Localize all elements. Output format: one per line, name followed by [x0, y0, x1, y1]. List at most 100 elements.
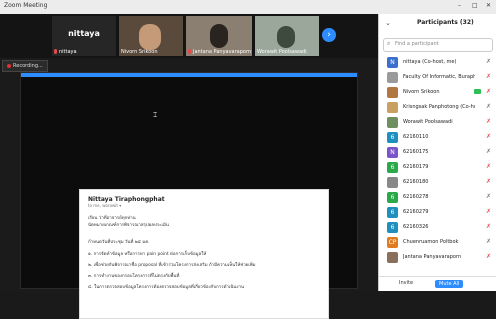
- tile-name: Worawit Poolsawadi: [257, 49, 307, 55]
- email-line: ๔. ในการตรวจสอบข้อมูลโครงการต้องตรวจสอบข…: [88, 285, 245, 290]
- avatar: [387, 87, 398, 98]
- participant-row[interactable]: Krisngsak Panphotong (Co-host) ✗: [379, 100, 496, 115]
- mute-all-button[interactable]: Mute All: [435, 280, 464, 288]
- email-line: กำหนดวันที่ประชุม วันที่ ๒๔ มค.: [88, 240, 150, 245]
- avatar: [387, 102, 398, 113]
- participant-name: 62160175: [403, 149, 429, 155]
- participant-name: Krisngsak Panphotong (Co-host): [403, 104, 475, 110]
- participant-row[interactable]: 6 62160279 ✗: [379, 205, 496, 220]
- participant-row[interactable]: Jantana Panyavaraporn ✗: [379, 250, 496, 265]
- mic-muted-icon: ✗: [485, 193, 491, 200]
- participants-header: ⌄ Participants (32): [379, 14, 496, 34]
- email-line: ๓. การทำงานของกรอบโครงการที่ไม่ตรงกับพื้…: [88, 274, 180, 279]
- email-message: Nittaya Tiraphongphat to me, worawit ▾ เ…: [79, 189, 329, 319]
- participant-name: nittaya (Co-host, me): [403, 59, 457, 65]
- mic-muted-icon: ✗: [485, 178, 491, 185]
- mic-muted-icon: ✗: [485, 88, 491, 95]
- mic-muted-icon: ✗: [485, 103, 491, 110]
- participants-panel: ⌄ Participants (32) ⌕ Find a participant…: [378, 14, 496, 291]
- mic-muted-icon: ✗: [485, 133, 491, 140]
- participant-row[interactable]: 6 62160179 ✗: [379, 160, 496, 175]
- participant-face: [277, 26, 295, 48]
- invite-button[interactable]: Invite: [399, 280, 413, 286]
- mic-muted-icon: ✗: [485, 73, 491, 80]
- participant-name: Worawit Poolsawadi: [403, 119, 453, 125]
- mic-muted-icon: ✗: [485, 58, 491, 65]
- avatar: N: [387, 147, 398, 158]
- mic-muted-icon: ✗: [485, 223, 491, 230]
- window-titlebar: Zoom Meeting – □ ✕: [0, 0, 496, 15]
- avatar: [387, 72, 398, 83]
- participant-row[interactable]: CP Chuenruamon Poltbok ✗: [379, 235, 496, 250]
- participant-row[interactable]: Worawit Poolsawadi ✗: [379, 115, 496, 130]
- participant-name: 62160179: [403, 164, 429, 170]
- avatar: 6: [387, 222, 398, 233]
- participants-footer: Invite Mute All: [379, 276, 496, 292]
- tile-name: Nivorn Srikoon: [121, 49, 158, 55]
- search-icon: ⌕: [387, 40, 391, 47]
- participant-name: Faculty Of Informatic, Burapha Uni...: [403, 74, 475, 80]
- email-line: เรียน ว่าที่อาจารย์ทุกท่าน: [88, 216, 136, 221]
- email-recipients: to me, worawit ▾: [88, 203, 122, 208]
- video-tile-worawit[interactable]: Worawit Poolsawadi: [255, 16, 319, 56]
- recording-indicator[interactable]: Recording...: [2, 60, 48, 72]
- avatar: 6: [387, 132, 398, 143]
- tile-name: Jantana Panyavaraporn: [193, 49, 252, 55]
- minimize-icon[interactable]: –: [458, 2, 461, 9]
- avatar: [387, 117, 398, 128]
- email-line: ๑. การจัดทำข้อมูล หรือการหา pain point ต…: [88, 252, 207, 257]
- mic-muted-icon: ✗: [485, 238, 491, 245]
- participant-row[interactable]: Faculty Of Informatic, Burapha Uni... ✗: [379, 70, 496, 85]
- window-title: Zoom Meeting: [4, 2, 48, 9]
- search-placeholder: Find a participant: [395, 41, 439, 47]
- participant-search[interactable]: ⌕ Find a participant: [383, 38, 493, 52]
- avatar: [387, 252, 398, 263]
- muted-mic-icon: [54, 49, 57, 54]
- video-tile-nittaya[interactable]: nittaya nittaya: [52, 16, 116, 56]
- tile-name: nittaya: [59, 49, 77, 55]
- participant-row[interactable]: N 62160175 ✗: [379, 145, 496, 160]
- participant-name: 62160326: [403, 224, 429, 230]
- participant-name: Chuenruamon Poltbok: [403, 239, 459, 245]
- participant-row[interactable]: Nnittaya (Co-host, me) ✗: [379, 55, 496, 70]
- mic-muted-icon: ✗: [485, 253, 491, 260]
- avatar: 6: [387, 162, 398, 173]
- next-page-arrow-icon[interactable]: ›: [322, 28, 336, 42]
- recording-label: Recording...: [13, 63, 43, 69]
- participant-row[interactable]: 6 62160278 ✗: [379, 190, 496, 205]
- tile-big-name: nittaya: [68, 29, 100, 38]
- camera-on-icon: [474, 89, 481, 94]
- mouse-cursor-icon: ⌶: [153, 111, 158, 119]
- thumbnail-strip: nittaya nittaya Nivorn Srikoon Jantana P…: [0, 14, 378, 58]
- email-line: ๒. เพื่อช่วยกันพิจารณาชื่อ proposal ที่เ…: [88, 263, 256, 268]
- participant-row[interactable]: 62160180 ✗: [379, 175, 496, 190]
- avatar: CP: [387, 237, 398, 248]
- close-icon[interactable]: ✕: [486, 2, 491, 9]
- meeting-view: nittaya nittaya Nivorn Srikoon Jantana P…: [0, 14, 378, 319]
- participant-name: Nivorn Srikoon: [403, 89, 440, 95]
- participant-face: [210, 24, 228, 48]
- participant-name: 62160278: [403, 194, 429, 200]
- participant-name: Jantana Panyavaraporn: [403, 254, 462, 260]
- participant-row[interactable]: Nivorn Srikoon ✗: [379, 85, 496, 100]
- mic-muted-icon: ✗: [485, 208, 491, 215]
- participant-row[interactable]: 6 62160110 ✗: [379, 130, 496, 145]
- recording-dot-icon: [7, 63, 11, 68]
- video-tile-jantana[interactable]: Jantana Panyavaraporn: [186, 16, 252, 56]
- mic-muted-icon: ✗: [485, 148, 491, 155]
- muted-mic-icon: [188, 49, 191, 54]
- video-tile-nivorn[interactable]: Nivorn Srikoon: [119, 16, 183, 56]
- mic-muted-icon: ✗: [485, 163, 491, 170]
- avatar: [387, 177, 398, 188]
- participant-name: 62160279: [403, 209, 429, 215]
- mic-muted-icon: ✗: [485, 118, 491, 125]
- shared-screen: Nittaya Tiraphongphat to me, worawit ▾ เ…: [20, 72, 358, 319]
- participant-row[interactable]: 6 62160326 ✗: [379, 220, 496, 235]
- avatar: 6: [387, 192, 398, 203]
- participant-name: 62160180: [403, 179, 429, 185]
- email-sender: Nittaya Tiraphongphat: [88, 196, 165, 203]
- email-line: นัดหมายเกณฑ์การพิจารณาสรุปผลประเมิน: [88, 223, 169, 228]
- collapse-chevron-icon[interactable]: ⌄: [385, 19, 391, 27]
- maximize-icon[interactable]: □: [472, 2, 478, 9]
- participants-title: Participants (32): [417, 19, 474, 26]
